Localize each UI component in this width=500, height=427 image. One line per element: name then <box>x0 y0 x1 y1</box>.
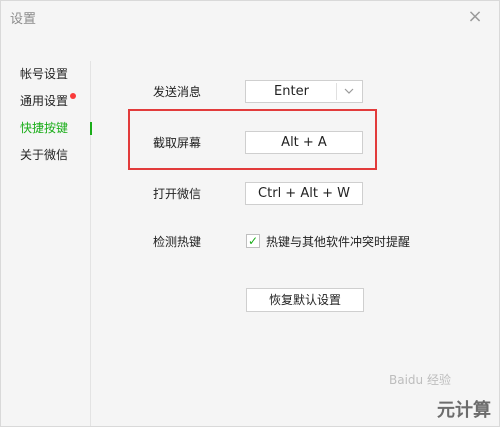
sidebar-item-label: 帐号设置 <box>20 67 69 81</box>
highlight-annotation-box <box>128 109 377 170</box>
baidu-watermark: Baidu 经验 <box>389 373 451 387</box>
sidebar-item-general[interactable]: 通用设置 <box>1 88 90 115</box>
check-icon: ✓ <box>248 234 259 248</box>
site-watermark: 元计算 <box>437 400 491 421</box>
settings-window: 设置 × 帐号设置 通用设置 快捷按键 关于微信 发送消息 Enter 截取屏幕… <box>0 0 500 427</box>
checkbox[interactable]: ✓ <box>246 234 260 248</box>
sidebar-item-account[interactable]: 帐号设置 <box>1 61 90 88</box>
send-message-select[interactable]: Enter <box>245 80 363 103</box>
hotkey-conflict-checkbox[interactable]: ✓ 热键与其他软件冲突时提醒 <box>246 233 410 251</box>
sidebar-item-shortcuts[interactable]: 快捷按键 <box>1 115 92 142</box>
window-title: 设置 <box>10 12 37 27</box>
chevron-down-icon[interactable] <box>343 81 355 102</box>
settings-sidebar: 帐号设置 通用设置 快捷按键 关于微信 <box>1 61 92 426</box>
select-divider <box>336 83 337 100</box>
close-button[interactable]: × <box>465 7 485 27</box>
notification-dot-icon <box>70 93 76 99</box>
restore-defaults-button[interactable]: 恢复默认设置 <box>246 288 364 312</box>
open-wechat-hotkey-field[interactable]: Ctrl + Alt + W <box>245 182 363 205</box>
open-wechat-label: 打开微信 <box>153 187 202 201</box>
sidebar-item-label: 关于微信 <box>20 148 69 162</box>
hotkey-detect-label: 检测热键 <box>153 235 202 249</box>
sidebar-item-label: 通用设置 <box>20 94 69 108</box>
checkbox-label: 热键与其他软件冲突时提醒 <box>266 235 411 249</box>
sidebar-item-label: 快捷按键 <box>20 121 69 135</box>
title-bar: 设置 × <box>1 1 499 35</box>
active-indicator <box>90 122 92 135</box>
send-message-label: 发送消息 <box>153 85 202 99</box>
send-message-value: Enter <box>274 84 309 99</box>
sidebar-item-about[interactable]: 关于微信 <box>1 142 90 169</box>
